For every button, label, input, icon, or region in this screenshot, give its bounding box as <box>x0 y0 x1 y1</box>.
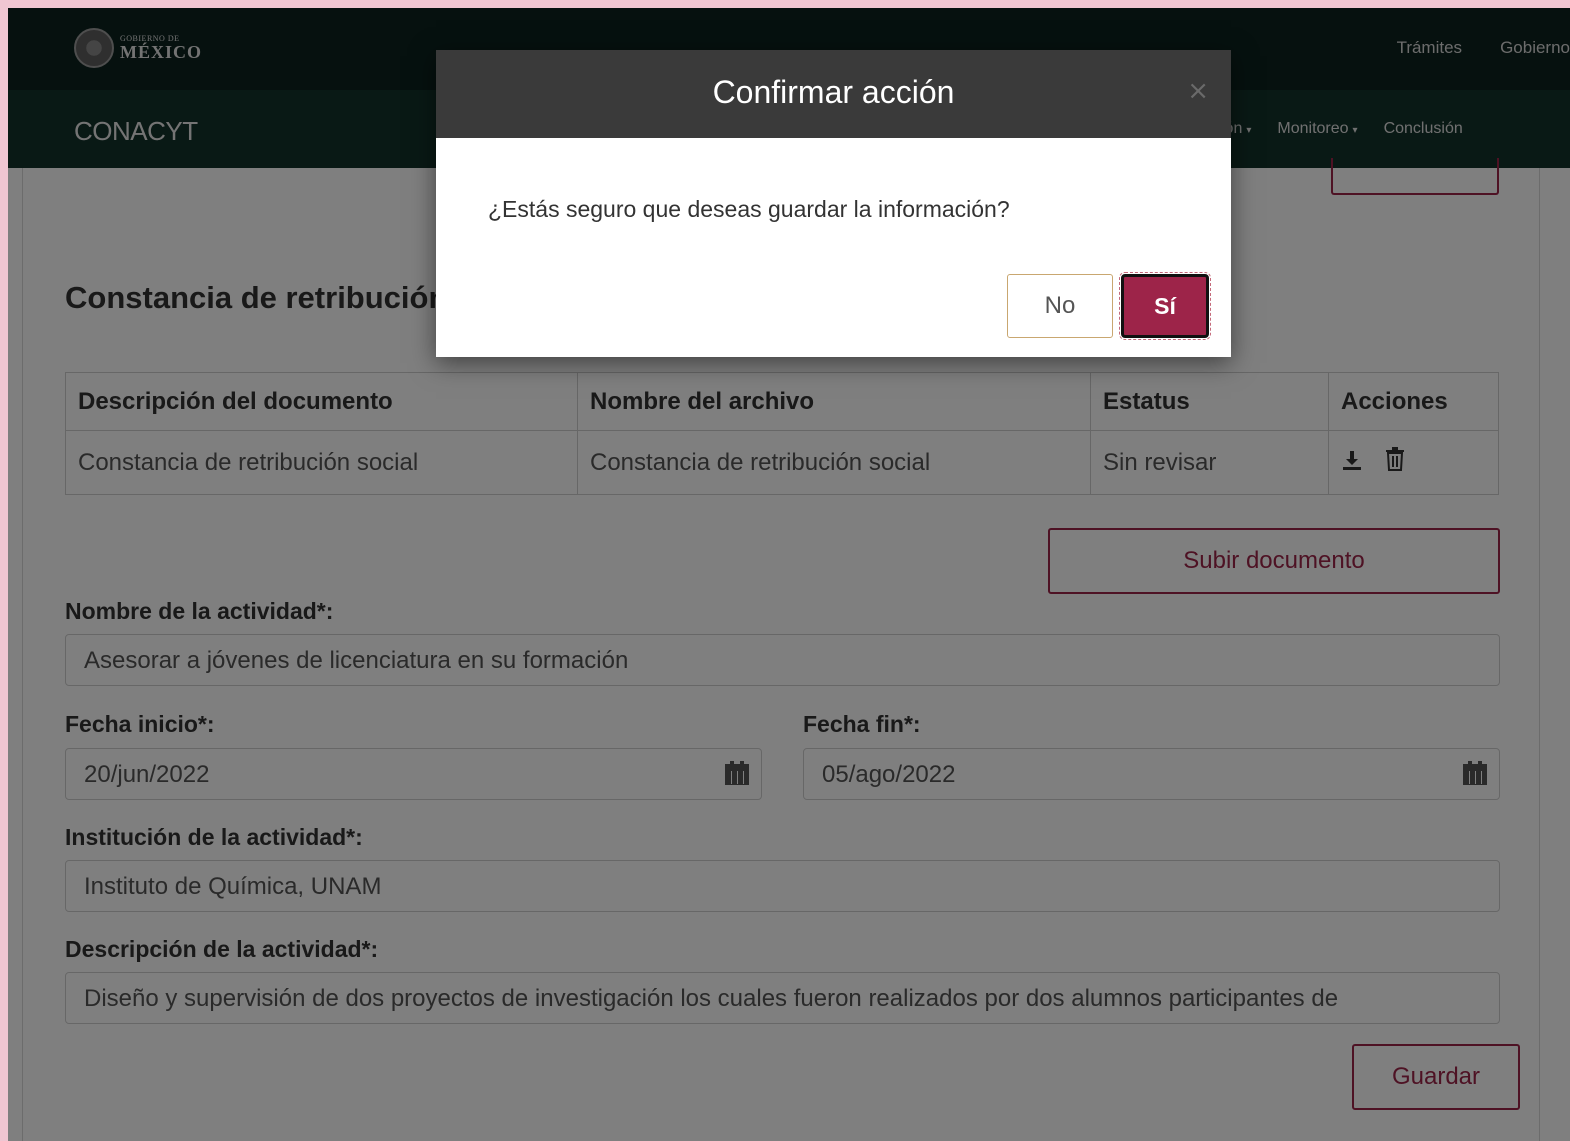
yes-button[interactable]: Sí <box>1119 272 1211 340</box>
confirm-dialog: Confirmar acción × ¿Estás seguro que des… <box>436 50 1231 357</box>
window-border-top <box>0 0 1570 8</box>
no-button[interactable]: No <box>1007 274 1113 338</box>
dialog-title: Confirmar acción <box>712 74 955 110</box>
dialog-message: ¿Estás seguro que deseas guardar la info… <box>488 196 1010 222</box>
dialog-header: Confirmar acción × <box>436 50 1231 138</box>
window-border-left <box>0 0 8 1141</box>
close-icon[interactable]: × <box>1187 76 1209 106</box>
